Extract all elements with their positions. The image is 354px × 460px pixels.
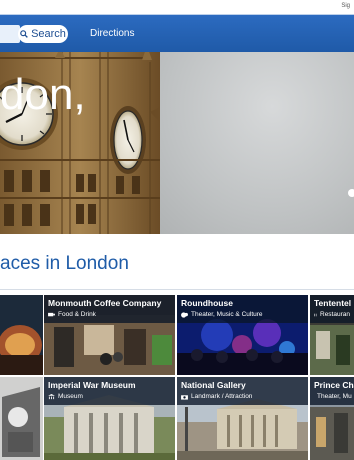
directions-link[interactable]: Directions — [90, 28, 134, 39]
place-name: National Gallery — [181, 380, 246, 390]
place-label: Monmouth Coffee Company Food & Drink — [44, 295, 175, 323]
divider — [0, 289, 354, 290]
search-button-label: Search — [31, 28, 66, 40]
place-category: Landmark / Attraction — [181, 393, 304, 400]
top-strip: Sig — [0, 0, 354, 14]
place-category: Restauran — [314, 311, 350, 318]
place-label: Imperial War Museum Museum — [44, 377, 175, 405]
place-photo — [0, 377, 43, 460]
place-category-text: Restauran — [320, 311, 350, 318]
place-tile[interactable]: National Gallery Landmark / Attraction — [177, 377, 308, 460]
place-tile[interactable]: Roundhouse Theater, Music & Culture — [177, 295, 308, 375]
nav-bar: Search Directions — [0, 14, 354, 52]
place-label: National Gallery Landmark / Attraction — [177, 377, 308, 405]
theater-icon — [181, 311, 188, 318]
place-category-text: Theater, Mu — [317, 393, 352, 400]
place-category-text: Landmark / Attraction — [191, 393, 253, 400]
food-icon — [48, 312, 55, 316]
place-category-text: Theater, Music & Culture — [191, 311, 263, 318]
restaurant-icon — [314, 313, 317, 316]
place-label: Roundhouse Theater, Music & Culture — [177, 295, 308, 323]
place-name: Tententel — [314, 298, 352, 308]
search-button[interactable]: Search — [18, 25, 68, 43]
place-tile-cropped-1[interactable] — [0, 295, 43, 375]
places-grid: Monmouth Coffee Company Food & Drink Rou… — [0, 295, 354, 460]
place-tile[interactable]: Imperial War Museum Museum — [44, 377, 175, 460]
place-category-text: Food & Drink — [58, 311, 96, 318]
place-name: Imperial War Museum — [48, 380, 136, 390]
place-name: Monmouth Coffee Company — [48, 298, 162, 308]
hero-banner: don, — [0, 52, 354, 234]
search-input[interactable] — [0, 25, 20, 43]
place-tile[interactable]: Prince Cha Theater, Mu — [310, 377, 354, 460]
sign-in-link[interactable]: Sig — [341, 3, 350, 9]
place-tile-cropped-2[interactable] — [0, 377, 43, 460]
place-category: Theater, Mu — [314, 393, 352, 400]
place-name: Roundhouse — [181, 298, 233, 308]
search-icon — [20, 30, 28, 38]
place-category: Theater, Music & Culture — [181, 311, 304, 318]
place-tile[interactable]: Tententel Restauran — [310, 295, 354, 375]
museum-icon — [48, 393, 55, 399]
hero-title: don, — [0, 70, 86, 119]
section-title: aces in London — [0, 253, 129, 274]
camera-icon — [181, 394, 188, 400]
place-tile[interactable]: Monmouth Coffee Company Food & Drink — [44, 295, 175, 375]
place-name: Prince Cha — [314, 380, 354, 390]
place-photo — [0, 295, 43, 375]
place-label: Prince Cha Theater, Mu — [310, 377, 354, 405]
place-category-text: Museum — [58, 393, 83, 400]
place-label: Tententel Restauran — [310, 295, 354, 323]
place-category: Food & Drink — [48, 311, 171, 318]
carousel-dot[interactable] — [348, 189, 354, 197]
place-category: Museum — [48, 393, 171, 400]
